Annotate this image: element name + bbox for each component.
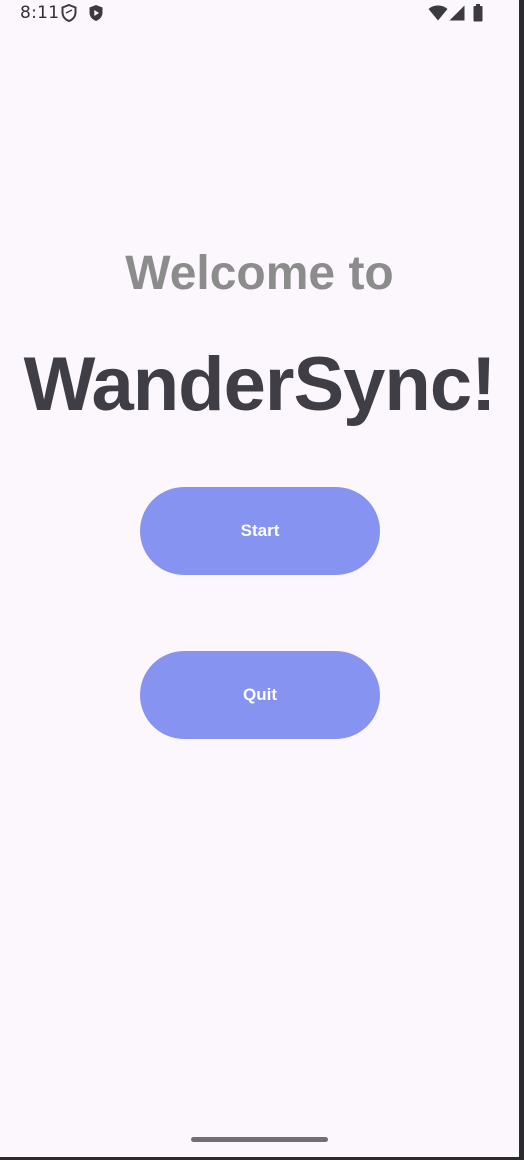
shield-play-icon [89, 5, 103, 21]
wifi-icon [428, 5, 448, 21]
home-indicator[interactable] [191, 1137, 328, 1142]
device-frame-edge [519, 0, 524, 1160]
quit-button[interactable]: Quit [140, 651, 380, 739]
cellular-signal-icon [449, 5, 465, 21]
app-title: WanderSync! [23, 342, 497, 427]
shield-outline-icon [61, 4, 77, 22]
status-bar: 8:11 [0, 0, 524, 28]
battery-icon [473, 4, 483, 22]
welcome-heading: Welcome to [125, 247, 394, 300]
status-time: 8:11 [20, 3, 60, 23]
start-button[interactable]: Start [140, 487, 380, 575]
